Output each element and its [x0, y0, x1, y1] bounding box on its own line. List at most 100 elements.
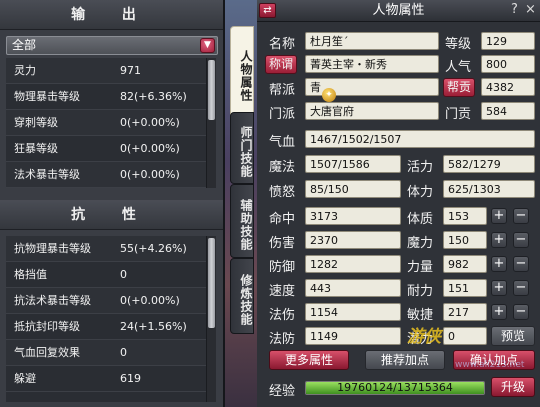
exp-value: 19760124/13715364: [337, 381, 453, 394]
output-label: 穿刺等级: [14, 116, 58, 129]
resist-title: 抗 性: [0, 200, 223, 230]
school-contrib-label: 门贡: [445, 107, 472, 122]
swap-icon[interactable]: ⇄: [259, 3, 276, 18]
attr-value: 153: [443, 207, 487, 225]
preview-button[interactable]: 预览: [491, 326, 535, 346]
list-item: 法术暴击等级 0(+0.00%): [6, 162, 206, 188]
output-label: 物理暴击等级: [14, 90, 80, 103]
stat-value: 1282: [305, 255, 401, 273]
resist-value: 0: [120, 268, 127, 281]
resist-label: 气血回复效果: [14, 346, 80, 359]
stat-value: 1154: [305, 303, 401, 321]
more-attributes-button[interactable]: 更多属性: [269, 350, 349, 370]
recommend-points-button[interactable]: 推荐加点: [365, 350, 445, 370]
watermark-url: www.ali213.net: [455, 360, 525, 370]
tab-cultivation-skills[interactable]: 修炼技能: [230, 258, 254, 334]
list-item: 抗法术暴击等级 0(+0.00%): [6, 288, 206, 314]
name-field: 杜月笙´: [305, 32, 439, 50]
resist-value: 0(+0.00%): [120, 294, 180, 307]
decrease-button[interactable]: −: [513, 232, 529, 248]
name-label: 名称: [269, 37, 296, 52]
scrollbar-thumb[interactable]: [208, 60, 215, 120]
tab-strip: 人物属性 师门技能 辅助技能 修炼技能: [225, 0, 257, 407]
close-icon[interactable]: ×: [525, 2, 536, 17]
output-value: 0(+0.00%): [120, 168, 180, 181]
contribution-button[interactable]: 帮贡: [443, 78, 476, 97]
popularity-field: 800: [481, 55, 535, 73]
increase-button[interactable]: +: [491, 208, 507, 224]
school-field: 大唐官府: [305, 102, 439, 120]
resist-label: 抗法术暴击等级: [14, 294, 91, 307]
resist-label: 躲避: [14, 372, 36, 385]
resist-list: 抗物理暴击等级 55(+4.26%) 格挡值 0 抗法术暴击等级 0(+0.00%) …: [6, 236, 206, 402]
stat-label: 防御: [269, 260, 296, 275]
decrease-button[interactable]: −: [513, 256, 529, 272]
title-button[interactable]: 称谓: [265, 55, 298, 74]
output-title: 输 出: [0, 0, 223, 30]
resist-value: 619: [120, 372, 141, 385]
output-list: 灵力 971 物理暴击等级 82(+6.36%) 穿刺等级 0(+0.00%) 狂暴等…: [6, 58, 206, 188]
output-label: 狂暴等级: [14, 142, 58, 155]
anger-field: 85/150: [305, 180, 401, 198]
stat-value: 2370: [305, 231, 401, 249]
popularity-label: 人气: [445, 60, 472, 75]
chevron-down-icon[interactable]: ▼: [200, 38, 215, 53]
decrease-button[interactable]: −: [513, 280, 529, 296]
decrease-button[interactable]: −: [513, 304, 529, 320]
attr-label: 魔力: [407, 236, 434, 251]
attr-value: 982: [443, 255, 487, 273]
left-panel: 输 出 全部 ▼ 灵力 971 物理暴击等级 82(+6.36%) 穿刺等级 0(+0…: [0, 0, 225, 407]
tab-support-skills[interactable]: 辅助技能: [230, 184, 254, 258]
potential-field: 0: [443, 327, 487, 345]
resist-value: 55(+4.26%): [120, 242, 187, 255]
decrease-button[interactable]: −: [513, 208, 529, 224]
attr-label: 体质: [407, 212, 434, 227]
list-item: 灵力 971: [6, 58, 206, 84]
output-label: 法术暴击等级: [14, 168, 80, 181]
hp-label: 气血: [269, 135, 296, 150]
list-item: 躲避 619: [6, 366, 206, 392]
list-item: 气血回复效果 0: [6, 340, 206, 366]
stat-value: 443: [305, 279, 401, 297]
category-dropdown[interactable]: 全部 ▼: [6, 36, 218, 55]
level-label: 等级: [445, 37, 472, 52]
faction-label: 帮派: [269, 83, 296, 98]
resist-label: 抗物理暴击等级: [14, 242, 91, 255]
hp-field: 1467/1502/1507: [305, 130, 535, 148]
scrollbar-thumb[interactable]: [208, 238, 215, 328]
attr-value: 150: [443, 231, 487, 249]
resist-value: 0: [120, 346, 127, 359]
resist-label: 格挡值: [14, 268, 47, 281]
category-dropdown-value: 全部: [12, 38, 37, 52]
faction-badge-icon: ✦: [322, 88, 336, 102]
tab-school-skills[interactable]: 师门技能: [230, 112, 254, 184]
output-value: 82(+6.36%): [120, 90, 187, 103]
stat-label: 速度: [269, 284, 296, 299]
stat-label: 伤害: [269, 236, 296, 251]
stat-value: 1149: [305, 327, 401, 345]
anger-label: 愤怒: [269, 185, 296, 200]
increase-button[interactable]: +: [491, 232, 507, 248]
stamina-field: 625/1303: [443, 180, 535, 198]
upgrade-button[interactable]: 升级: [491, 377, 535, 397]
watermark-logo: 游侠: [407, 327, 441, 347]
output-scrollbar[interactable]: [206, 58, 216, 188]
attr-value: 217: [443, 303, 487, 321]
school-label: 门派: [269, 107, 296, 122]
mp-label: 魔法: [269, 160, 296, 175]
resist-scrollbar[interactable]: [206, 236, 216, 402]
stat-label: 命中: [269, 212, 296, 227]
mp-field: 1507/1586: [305, 155, 401, 173]
attr-label: 耐力: [407, 284, 434, 299]
tab-character-attributes[interactable]: 人物属性: [230, 26, 254, 118]
output-label: 灵力: [14, 64, 36, 77]
window-title: 人物属性: [372, 3, 425, 18]
increase-button[interactable]: +: [491, 280, 507, 296]
output-value: 0(+0.00%): [120, 142, 180, 155]
vitality-label: 活力: [407, 160, 434, 175]
vitality-field: 582/1279: [443, 155, 535, 173]
increase-button[interactable]: +: [491, 256, 507, 272]
help-icon[interactable]: ?: [511, 2, 518, 17]
list-item: 抵抗封印等级 24(+1.56%): [6, 314, 206, 340]
increase-button[interactable]: +: [491, 304, 507, 320]
